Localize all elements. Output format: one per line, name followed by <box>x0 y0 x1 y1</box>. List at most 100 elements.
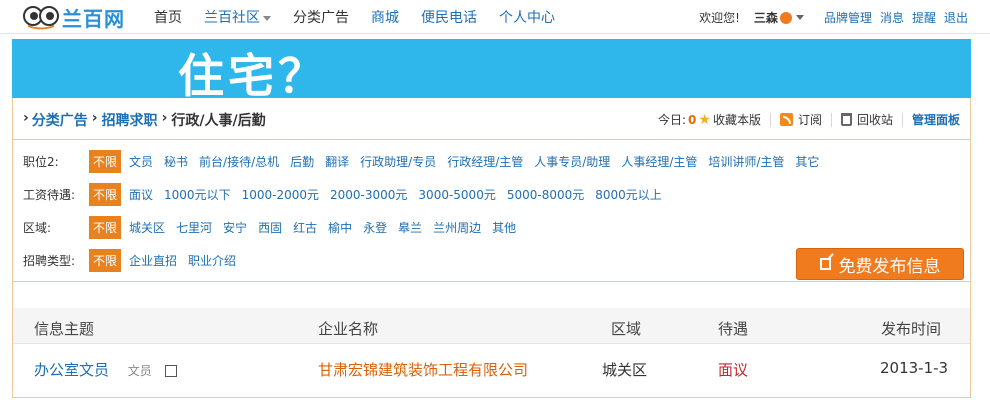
filter-section: 职位2: 不限 文员 秘书 前台/接待/总机 后勤 翻译 行政助理/专员 行政经… <box>13 141 970 282</box>
banner-text: 住宅？ <box>178 49 328 103</box>
company-link[interactable]: 甘肃宏锦建筑装饰工程有限公司 <box>318 359 528 380</box>
breadcrumb-classifieds[interactable]: 分类广告 <box>32 110 88 130</box>
edit-icon <box>819 258 831 270</box>
breadcrumb-separator-icon: › <box>161 110 168 126</box>
admin-panel-link[interactable]: 管理面板 <box>912 111 960 128</box>
column-header[interactable]: 区域 <box>611 318 641 339</box>
filter-option[interactable]: 1000-2000元 <box>242 186 319 203</box>
table-row[interactable]: 办公室文员 文员 甘肃宏锦建筑装饰工程有限公司 城关区 面议 2013-1-3 <box>13 348 970 390</box>
filter-option[interactable]: 8000元以上 <box>595 186 662 203</box>
filter-area: 区域: 不限 城关区 七里河 安宁 西固 红古 榆中 永登 皋兰 兰州周边 其他 <box>23 216 527 239</box>
main-nav: 首页 兰百社区 分类广告 商城 便民电话 个人中心 <box>154 7 577 27</box>
filter-option[interactable]: 后勤 <box>290 153 314 170</box>
filter-option[interactable]: 红古 <box>293 219 317 236</box>
column-header[interactable]: 待遇 <box>718 318 748 339</box>
filter-option[interactable]: 行政经理/主管 <box>447 153 523 170</box>
filter-option[interactable]: 文员 <box>129 153 153 170</box>
filter-option[interactable]: 企业直招 <box>129 252 177 269</box>
filter-option[interactable]: 1000元以下 <box>164 186 231 203</box>
breadcrumb-jobs[interactable]: 招聘求职 <box>102 110 158 130</box>
listing-panel: › 分类广告 › 招聘求职 › 行政/人事/后勤 今日: 0 ★ 收藏本版 订阅… <box>12 98 971 398</box>
area-cell: 城关区 <box>602 361 648 379</box>
salary-cell: 面议 <box>718 361 749 379</box>
filter-option[interactable]: 不限 <box>89 150 122 173</box>
nav-community-label: 兰百社区 <box>204 10 260 26</box>
filter-label: 职位2: <box>23 155 59 169</box>
filter-option[interactable]: 皋兰 <box>398 219 422 236</box>
filter-option[interactable]: 3000-5000元 <box>418 186 495 203</box>
messages-link[interactable]: 消息 <box>880 9 904 26</box>
logout-link[interactable]: 退出 <box>944 9 968 26</box>
filter-option[interactable]: 培训讲师/主管 <box>708 153 784 170</box>
logo-text: 兰百网 <box>62 6 125 31</box>
filter-salary: 工资待遇: 不限 面议 1000元以下 1000-2000元 2000-3000… <box>23 183 673 206</box>
nav-classifieds[interactable]: 分类广告 <box>293 7 349 27</box>
welcome-text: 欢迎您! <box>699 11 740 25</box>
reminders-link[interactable]: 提醒 <box>912 9 936 26</box>
filter-option[interactable]: 面议 <box>129 186 153 203</box>
table-header: 信息主题 企业名称 区域 待遇 发布时间 <box>13 308 970 344</box>
filter-option[interactable]: 秘书 <box>164 153 188 170</box>
filter-option[interactable]: 西固 <box>258 219 282 236</box>
today-label: 今日: <box>657 113 687 127</box>
filter-option[interactable]: 其它 <box>795 153 819 170</box>
filter-option[interactable]: 翻译 <box>325 153 349 170</box>
row-title-cell: 办公室文员 文员 <box>34 359 177 380</box>
breadcrumb-arrow-icon: › <box>23 110 29 126</box>
recycle-bin-link[interactable]: 回收站 <box>857 111 893 128</box>
favorite-board-link[interactable]: 收藏本版 <box>713 111 761 128</box>
board-tools: 今日: 0 ★ 收藏本版 订阅 回收站 管理面板 <box>658 111 960 128</box>
job-title-link[interactable]: 办公室文员 <box>34 361 109 379</box>
column-header[interactable]: 企业名称 <box>318 318 378 339</box>
nav-phone[interactable]: 便民电话 <box>421 7 477 27</box>
filter-position: 职位2: 不限 文员 秘书 前台/接待/总机 后勤 翻译 行政助理/专员 行政经… <box>23 150 830 173</box>
filter-option[interactable]: 人事专员/助理 <box>534 153 610 170</box>
banner: 住宅？ <box>12 39 971 103</box>
filter-option[interactable]: 其他 <box>492 219 516 236</box>
filter-option[interactable]: 前台/接待/总机 <box>199 153 279 170</box>
filter-option[interactable]: 榆中 <box>328 219 352 236</box>
filter-option[interactable]: 不限 <box>89 183 122 206</box>
filter-option[interactable]: 永登 <box>363 219 387 236</box>
divider <box>830 112 832 127</box>
filter-option[interactable]: 兰州周边 <box>433 219 481 236</box>
subscribe-link[interactable]: 订阅 <box>798 111 822 128</box>
filter-label: 招聘类型: <box>23 254 76 268</box>
user-area: 欢迎您! 三森 品牌管理 消息 提醒 退出 <box>699 9 968 26</box>
filter-option[interactable]: 不限 <box>89 216 122 239</box>
nav-personal[interactable]: 个人中心 <box>499 7 555 27</box>
chevron-down-icon <box>795 15 804 20</box>
site-logo[interactable]: 兰百网 <box>22 3 125 31</box>
publish-button-label: 免费发布信息 <box>838 256 941 277</box>
star-icon: ★ <box>698 111 711 128</box>
eyes-logo-icon <box>23 6 59 30</box>
filter-label: 工资待遇: <box>23 188 76 202</box>
publish-free-button[interactable]: 免费发布信息 <box>796 248 964 280</box>
column-header[interactable]: 发布时间 <box>881 318 941 339</box>
nav-home[interactable]: 首页 <box>154 7 182 27</box>
divider <box>769 112 771 127</box>
row-checkbox[interactable] <box>164 364 177 377</box>
filter-option[interactable]: 七里河 <box>176 219 212 236</box>
user-menu[interactable]: 三森 <box>754 9 804 26</box>
filter-option[interactable]: 行政助理/专员 <box>360 153 436 170</box>
filter-option[interactable]: 5000-8000元 <box>507 186 584 203</box>
column-header[interactable]: 信息主题 <box>34 318 94 339</box>
nav-community[interactable]: 兰百社区 <box>204 7 271 27</box>
today-count: 0 <box>688 112 697 127</box>
chevron-down-icon <box>263 15 271 21</box>
filter-option[interactable]: 人事经理/主管 <box>621 153 697 170</box>
filter-option[interactable]: 职业介绍 <box>188 252 236 269</box>
nav-mall[interactable]: 商城 <box>371 7 399 27</box>
divider <box>901 112 903 127</box>
brand-manage-link[interactable]: 品牌管理 <box>824 9 872 26</box>
breadcrumb: › 分类广告 › 招聘求职 › 行政/人事/后勤 <box>23 110 266 130</box>
filter-option[interactable]: 不限 <box>89 249 122 272</box>
filter-option[interactable]: 城关区 <box>129 219 165 236</box>
filter-option[interactable]: 2000-3000元 <box>330 186 407 203</box>
username: 三森 <box>753 11 778 25</box>
breadcrumb-bar: › 分类广告 › 招聘求职 › 行政/人事/后勤 今日: 0 ★ 收藏本版 订阅… <box>13 98 970 140</box>
filter-option[interactable]: 安宁 <box>223 219 247 236</box>
top-nav-bar: 兰百网 首页 兰百社区 分类广告 商城 便民电话 个人中心 欢迎您! 三森 品牌… <box>0 0 990 34</box>
rss-icon <box>779 113 793 126</box>
